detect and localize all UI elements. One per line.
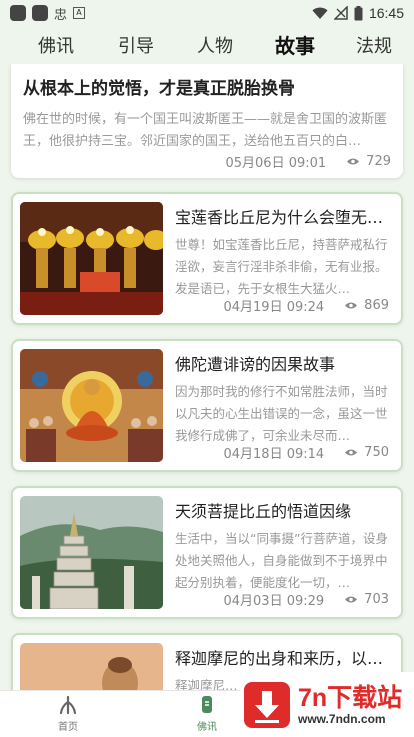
view-count: 750 bbox=[364, 445, 389, 460]
pagoda-image bbox=[20, 496, 163, 609]
article-meta: 05月06日 09:01 729 bbox=[225, 152, 391, 171]
app-notification-icon bbox=[10, 5, 26, 21]
article-excerpt: 生活中，当以“同事摄”行菩萨道，设身处地关照他人，自身能做到不于境界中起分别执着… bbox=[175, 531, 388, 590]
nav-label: 佛讯 bbox=[197, 722, 217, 733]
butter-lamps-image bbox=[20, 202, 163, 315]
app-glyph-icon: 忠 bbox=[54, 7, 68, 23]
battery-icon bbox=[354, 5, 363, 20]
article-meta: 04月19日 09:24 869 bbox=[223, 296, 389, 315]
article-excerpt: 世尊！如宝莲香比丘尼，持菩萨戒私行淫欲，妄言行淫非杀非偷，无有业报。发是语已，先… bbox=[175, 237, 388, 296]
featured-article-card[interactable]: 从根本上的觉悟，才是真正脱胎换骨 佛在世的时候，有一个国王叫波斯匿王——就是舍卫… bbox=[11, 64, 403, 178]
article-meta: 04月18日 09:14 750 bbox=[223, 443, 389, 462]
view-count: 703 bbox=[364, 592, 389, 607]
article-date: 04月18日 09:14 bbox=[223, 447, 325, 462]
clock: 16:45 bbox=[368, 5, 404, 21]
tab-fo-xun[interactable]: 佛讯 bbox=[38, 32, 74, 58]
article-card[interactable]: 宝莲香比丘尼为什么会堕无… 世尊！如宝莲香比丘尼，持菩萨戒私行淫欲，妄言行淫非杀… bbox=[11, 192, 403, 325]
view-count: 869 bbox=[364, 298, 389, 313]
view-count: 729 bbox=[366, 154, 391, 169]
category-tabs: 佛讯 引导 人物 故事 法规 bbox=[0, 28, 414, 64]
watermark: 7n下载站 www.7ndn.com bbox=[240, 672, 414, 737]
article-excerpt: 因为那时我的修行不如常胜法师，当时以凡夫的心生出错误的一念，虽这一世我修行成佛了… bbox=[175, 384, 388, 443]
eye-icon bbox=[345, 302, 358, 309]
nav-label: 首页 bbox=[58, 722, 78, 733]
nav-item-home[interactable]: 首页 bbox=[38, 694, 98, 733]
article-list: 从根本上的觉悟，才是真正脱胎换骨 佛在世的时候，有一个国王叫波斯匿王——就是舍卫… bbox=[0, 64, 414, 690]
download-icon bbox=[244, 681, 290, 728]
article-date: 04月19日 09:24 bbox=[223, 300, 325, 315]
app-notification-icon bbox=[32, 5, 48, 21]
watermark-brand: 7n下载站 bbox=[298, 683, 403, 712]
signal-off-icon bbox=[333, 6, 348, 20]
article-title: 佛陀遭诽谤的因果故事 bbox=[175, 355, 336, 374]
article-excerpt: 佛在世的时候，有一个国王叫波斯匿王——就是舍卫国的波斯匿王，他很护持三宝。邻近国… bbox=[23, 112, 388, 149]
buddha-statue-image bbox=[20, 643, 163, 690]
article-title: 从根本上的觉悟，才是真正脱胎换骨 bbox=[23, 79, 295, 99]
buddha-painting-image bbox=[20, 349, 163, 462]
article-card[interactable]: 天须菩提比丘的悟道因缘 生活中，当以“同事摄”行菩萨道，设身处地关照他人，自身能… bbox=[11, 486, 403, 619]
tab-ren-wu[interactable]: 人物 bbox=[197, 32, 233, 58]
wifi-icon bbox=[312, 7, 328, 19]
article-date: 04月03日 09:29 bbox=[223, 594, 325, 609]
article-date: 05月06日 09:01 bbox=[225, 156, 327, 171]
news-icon bbox=[202, 696, 212, 713]
tab-gu-shi[interactable]: 故事 bbox=[275, 30, 315, 59]
article-thumbnail bbox=[20, 349, 163, 462]
eye-icon bbox=[347, 158, 360, 165]
article-thumbnail bbox=[20, 202, 163, 315]
status-bar: 忠 A 16:45 bbox=[0, 0, 414, 26]
article-title: 宝莲香比丘尼为什么会堕无… bbox=[175, 208, 384, 227]
article-thumbnail bbox=[20, 496, 163, 609]
article-card[interactable]: 佛陀遭诽谤的因果故事 因为那时我的修行不如常胜法师，当时以凡夫的心生出错误的一念… bbox=[11, 339, 403, 472]
article-thumbnail bbox=[20, 643, 163, 690]
article-meta: 04月03日 09:29 703 bbox=[223, 590, 389, 609]
nav-item-news[interactable]: 佛讯 bbox=[177, 694, 237, 733]
article-title: 释迦摩尼的出身和来历，以… bbox=[175, 649, 384, 668]
eye-icon bbox=[345, 596, 358, 603]
tab-fa-gui[interactable]: 法规 bbox=[356, 32, 392, 58]
eye-icon bbox=[345, 449, 358, 456]
article-title: 天须菩提比丘的悟道因缘 bbox=[175, 502, 352, 521]
watermark-url: www.7ndn.com bbox=[298, 711, 386, 726]
home-icon bbox=[59, 695, 77, 715]
font-a-icon: A bbox=[73, 7, 86, 19]
tab-yin-dao[interactable]: 引导 bbox=[118, 32, 154, 58]
